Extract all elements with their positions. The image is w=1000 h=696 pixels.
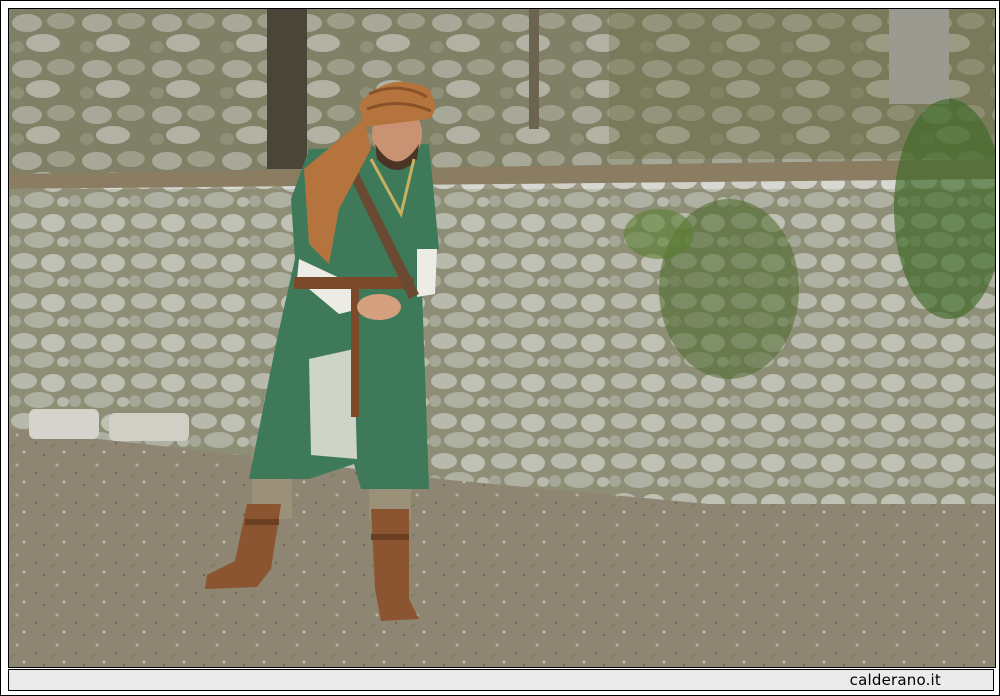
hands	[357, 294, 401, 320]
photograph	[8, 8, 996, 668]
caption-bar: calderano.it	[8, 669, 994, 691]
photo-scene	[9, 9, 995, 667]
watermark-text: calderano.it	[849, 671, 941, 689]
photo-frame: calderano.it	[0, 0, 1000, 696]
wall-pillar	[889, 9, 949, 104]
tree-trunk	[267, 9, 307, 169]
